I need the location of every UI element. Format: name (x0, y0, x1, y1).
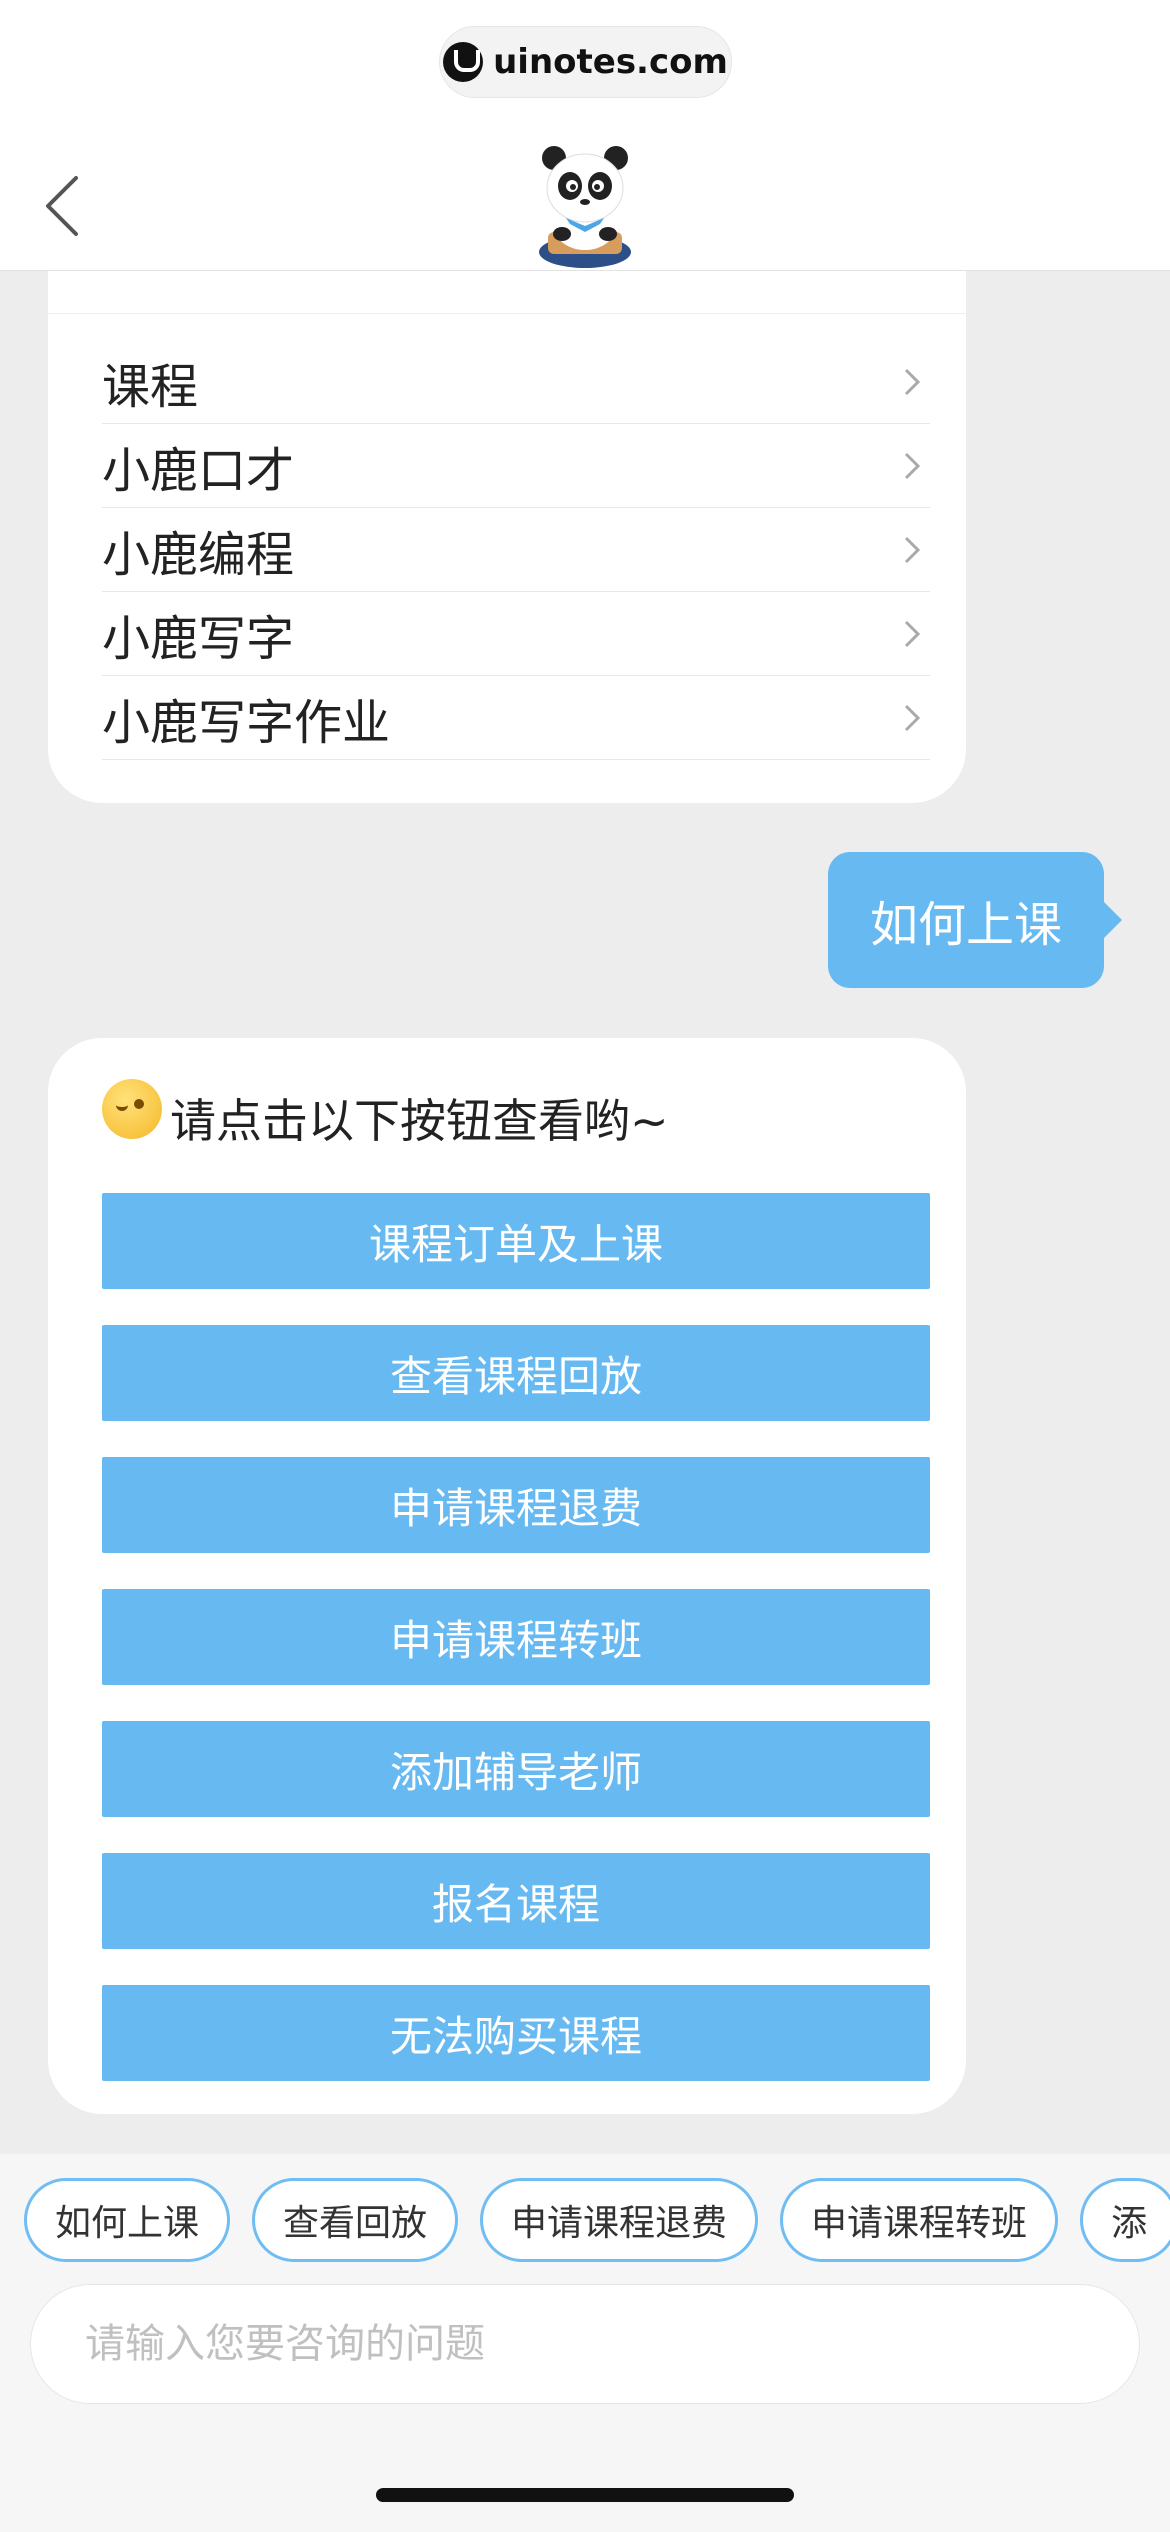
menu-item-label: 小鹿编程 (102, 526, 295, 583)
refund-button[interactable]: 申请课程退费 (102, 1457, 930, 1553)
course-menu-card: 课程 小鹿口才 小鹿编程 小鹿写字 小鹿写字作业 (48, 271, 966, 803)
uinotes-logo-icon (443, 42, 484, 82)
button-label: 查看课程回放 (389, 1351, 642, 1401)
user-message-text: 如何上课 (869, 897, 1062, 953)
button-label: 添加辅导老师 (389, 1747, 642, 1797)
button-label: 无法购买课程 (389, 2011, 642, 2061)
button-label: 申请课程退费 (389, 1483, 642, 1533)
chevron-left-icon (46, 176, 78, 236)
button-label: 报名课程 (431, 1879, 600, 1929)
reply-title-text: 请点击以下按钮查看哟~ (170, 1094, 669, 1148)
menu-item-programming[interactable]: 小鹿编程 (102, 508, 930, 592)
chevron-right-icon (904, 704, 921, 731)
menu-item-label: 小鹿口才 (102, 442, 295, 499)
message-input[interactable] (83, 2320, 1083, 2368)
quick-reply-chip[interactable]: 添 (1080, 2178, 1170, 2262)
add-tutor-button[interactable]: 添加辅导老师 (102, 1721, 930, 1817)
bottom-input-area: 如何上课 查看回放 申请课程退费 申请课程转班添 (0, 2154, 1170, 2532)
course-order-button[interactable]: 课程订单及上课 (102, 1193, 930, 1289)
menu-item-course[interactable]: 课程 (102, 340, 930, 424)
button-label: 课程订单及上课 (368, 1219, 663, 1269)
menu-item-eloquence[interactable]: 小鹿口才 (102, 424, 930, 508)
menu-item-label: 小鹿写字作业 (102, 694, 391, 751)
menu-item-writing-homework[interactable]: 小鹿写字作业 (102, 676, 930, 760)
reply-title: 请点击以下按钮查看哟~ (102, 1078, 669, 1158)
panda-avatar (530, 140, 640, 270)
watermark-text: uinotes.com (493, 42, 728, 82)
chevron-right-icon (904, 452, 921, 479)
cannot-purchase-button[interactable]: 无法购买课程 (102, 1985, 930, 2081)
bot-reply-card: 请点击以下按钮查看哟~ 课程订单及上课 查看课程回放 申请课程退费 申请课程转班… (48, 1038, 966, 2114)
quick-reply-chip[interactable]: 申请课程退费 (480, 2178, 759, 2262)
quick-reply-chip[interactable]: 申请课程转班 (780, 2178, 1059, 2262)
quick-reply-chip[interactable]: 查看回放 (252, 2178, 459, 2262)
quick-reply-chip[interactable]: 如何上课 (24, 2178, 231, 2262)
user-message-bubble: 如何上课 (828, 852, 1122, 988)
message-input-box[interactable] (30, 2284, 1140, 2404)
menu-item-label: 课程 (102, 358, 199, 415)
view-replay-button[interactable]: 查看课程回放 (102, 1325, 930, 1421)
chevron-right-icon (904, 536, 921, 563)
button-label: 申请课程转班 (389, 1615, 642, 1665)
wink-emoji-icon (102, 1079, 162, 1139)
menu-item-label: 小鹿写字 (102, 610, 295, 667)
divider (48, 313, 966, 314)
home-indicator (376, 2488, 794, 2502)
enroll-course-button[interactable]: 报名课程 (102, 1853, 930, 1949)
chevron-right-icon (904, 368, 921, 395)
transfer-class-button[interactable]: 申请课程转班 (102, 1589, 930, 1685)
watermark-badge: uinotes.com (439, 26, 732, 98)
chevron-right-icon (904, 620, 921, 647)
back-button[interactable] (40, 170, 100, 240)
quick-reply-bar[interactable]: 如何上课 查看回放 申请课程退费 申请课程转班添 (24, 2178, 1170, 2262)
menu-item-writing[interactable]: 小鹿写字 (102, 592, 930, 676)
top-header: uinotes.com (0, 0, 1170, 271)
